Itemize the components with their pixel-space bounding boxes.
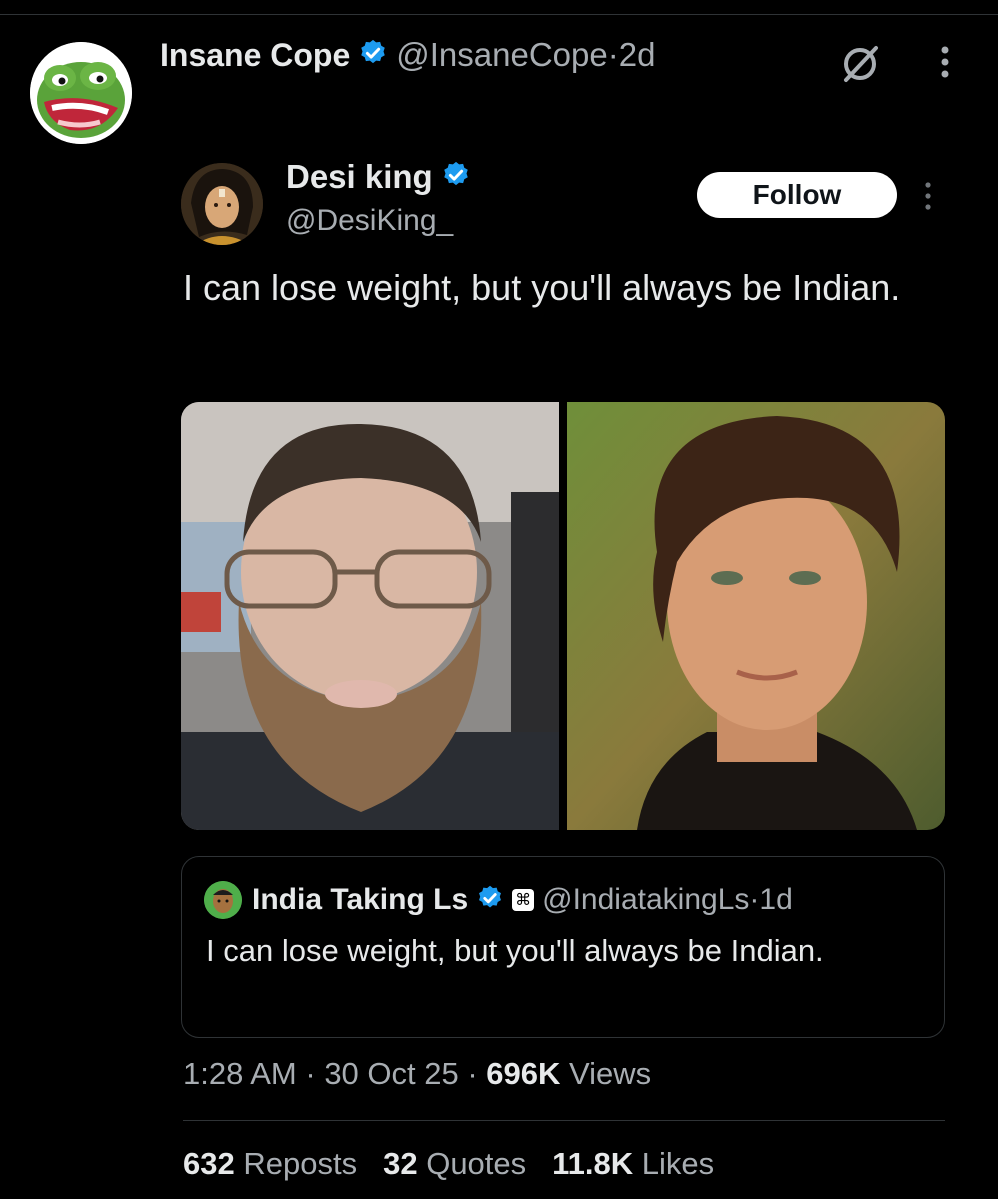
reposts-stat[interactable]: 632 Reposts [183,1146,357,1182]
nested-age[interactable]: 1d [759,883,792,917]
author-avatar[interactable] [30,42,132,144]
post-date[interactable]: 30 Oct 25 [324,1056,458,1091]
views-label: Views [569,1056,652,1091]
affiliate-badge-icon: ⌘ [512,889,535,911]
quoted-author-name[interactable]: Desi king [286,158,433,196]
likes-label: Likes [641,1146,715,1181]
nested-quote-text: I can lose weight, but you'll always be … [206,933,824,968]
likes-count: 11.8K [552,1146,634,1181]
engagement-stats: 632 Reposts 32 Quotes 11.8K Likes [183,1146,714,1182]
follow-button[interactable]: Follow [697,172,897,218]
quoted-tweet-text: I can lose weight, but you'll always be … [183,267,901,308]
author-name[interactable]: Insane Cope [160,37,350,74]
header-separator: · [607,36,619,73]
quoted-author-row: Desi king [286,158,471,196]
nested-author-avatar[interactable] [204,881,242,919]
nested-separator: · [749,883,760,916]
post-age[interactable]: 2d [619,36,656,74]
reposts-label: Reposts [243,1146,358,1181]
desi-king-avatar-image [181,163,263,245]
quotes-count: 32 [383,1146,418,1181]
actor-portrait-photo [567,402,945,830]
bearded-man-photo [181,402,559,830]
likes-stat[interactable]: 11.8K Likes [552,1146,714,1182]
quoted-author-avatar[interactable] [181,163,263,245]
author-handle[interactable]: @InsaneCope [396,36,607,74]
meta-separator: · [458,1056,487,1091]
more-options-icon[interactable] [934,42,956,82]
top-divider [0,14,998,15]
pepe-avatar-image [30,42,132,144]
india-taking-ls-avatar-image [204,881,242,919]
post-meta: 1:28 AM · 30 Oct 25 · 696K Views [183,1056,651,1092]
tweet-image-left[interactable] [181,402,559,830]
nested-quote-header: India Taking Ls ⌘ @IndiatakingLs · 1d [204,881,793,919]
reposts-count: 632 [183,1146,235,1181]
quotes-stat[interactable]: 32 Quotes [383,1146,526,1182]
verified-badge-icon [441,160,471,195]
tweet-image-right[interactable] [567,402,945,830]
meta-separator: · [296,1056,325,1091]
more-options-icon[interactable] [920,178,936,214]
quoted-author-handle[interactable]: @DesiKing_ [286,204,453,238]
post-header: Insane Cope @InsaneCope · 2d [160,36,655,74]
post-time[interactable]: 1:28 AM [183,1056,297,1091]
stats-divider [183,1120,945,1121]
verified-badge-icon [476,884,504,917]
verified-badge-icon [358,38,388,73]
nested-quote-card[interactable]: India Taking Ls ⌘ @IndiatakingLs · 1d I … [181,856,945,1038]
grok-icon[interactable] [838,42,882,86]
views-count: 696K [486,1056,561,1091]
quotes-label: Quotes [426,1146,527,1181]
nested-author-handle[interactable]: @IndiatakingLs [542,883,749,917]
nested-author-name[interactable]: India Taking Ls [252,883,468,917]
